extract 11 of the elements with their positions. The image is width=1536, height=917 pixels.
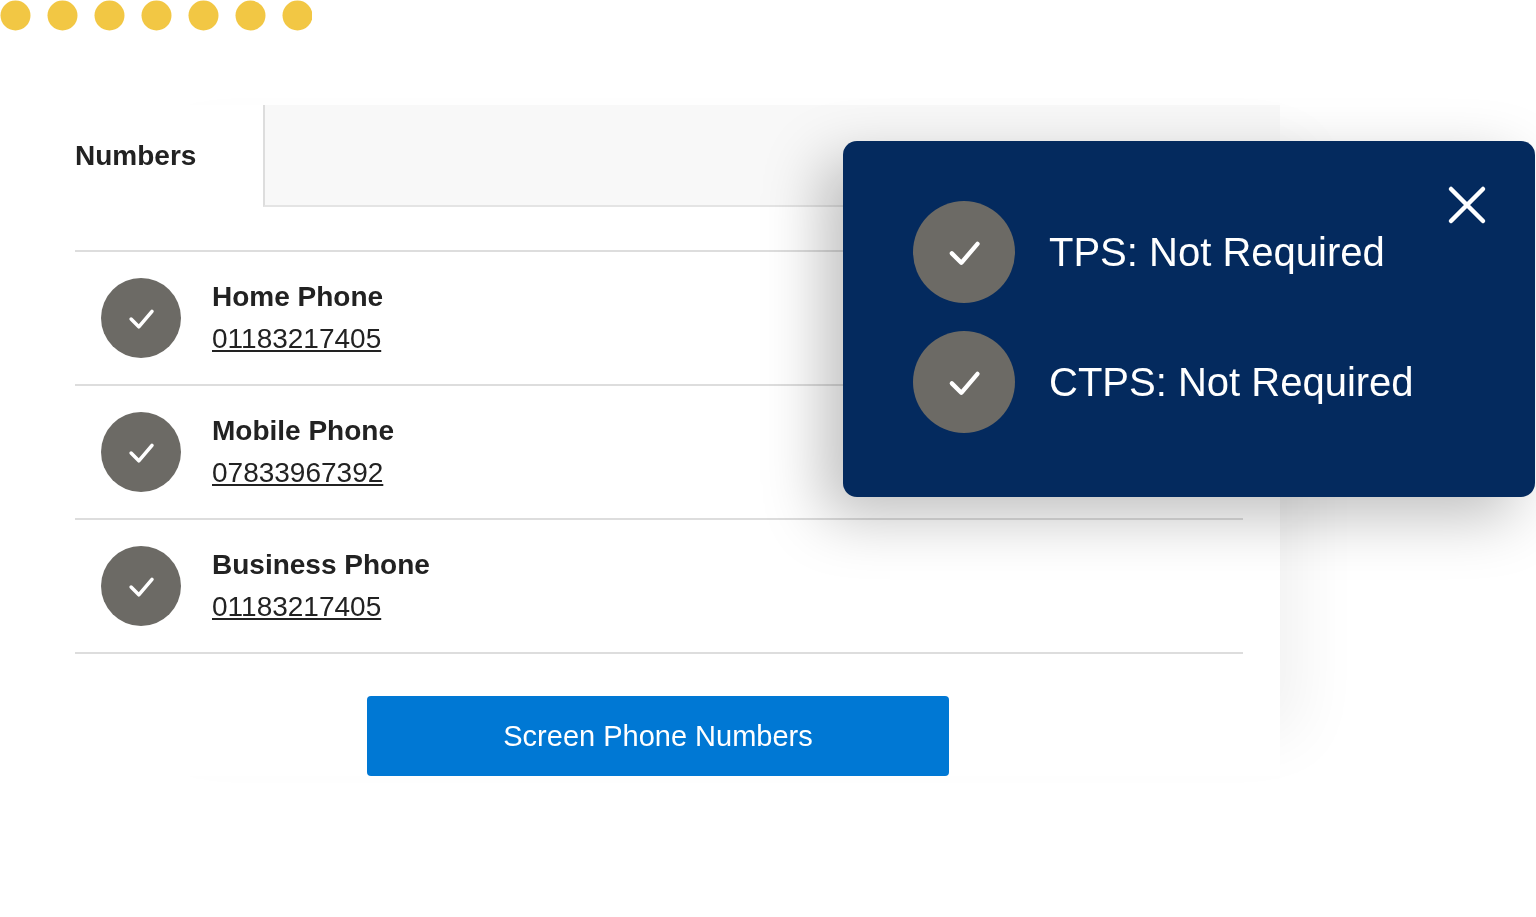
close-icon[interactable] bbox=[1447, 185, 1487, 225]
result-text: TPS: Not Required bbox=[1049, 229, 1385, 275]
result-text: CTPS: Not Required bbox=[1049, 359, 1414, 405]
phone-number-link[interactable]: 01183217405 bbox=[212, 591, 382, 623]
phone-label: Mobile Phone bbox=[212, 415, 394, 447]
field-label: Numbers bbox=[75, 140, 198, 172]
phone-label: Business Phone bbox=[212, 549, 430, 581]
phone-number-link[interactable]: 01183217405 bbox=[212, 323, 382, 355]
screen-button[interactable]: Screen Phone Numbers bbox=[367, 696, 949, 776]
phone-label: Home Phone bbox=[212, 281, 384, 313]
phone-number-link[interactable]: 07833967392 bbox=[212, 457, 384, 489]
